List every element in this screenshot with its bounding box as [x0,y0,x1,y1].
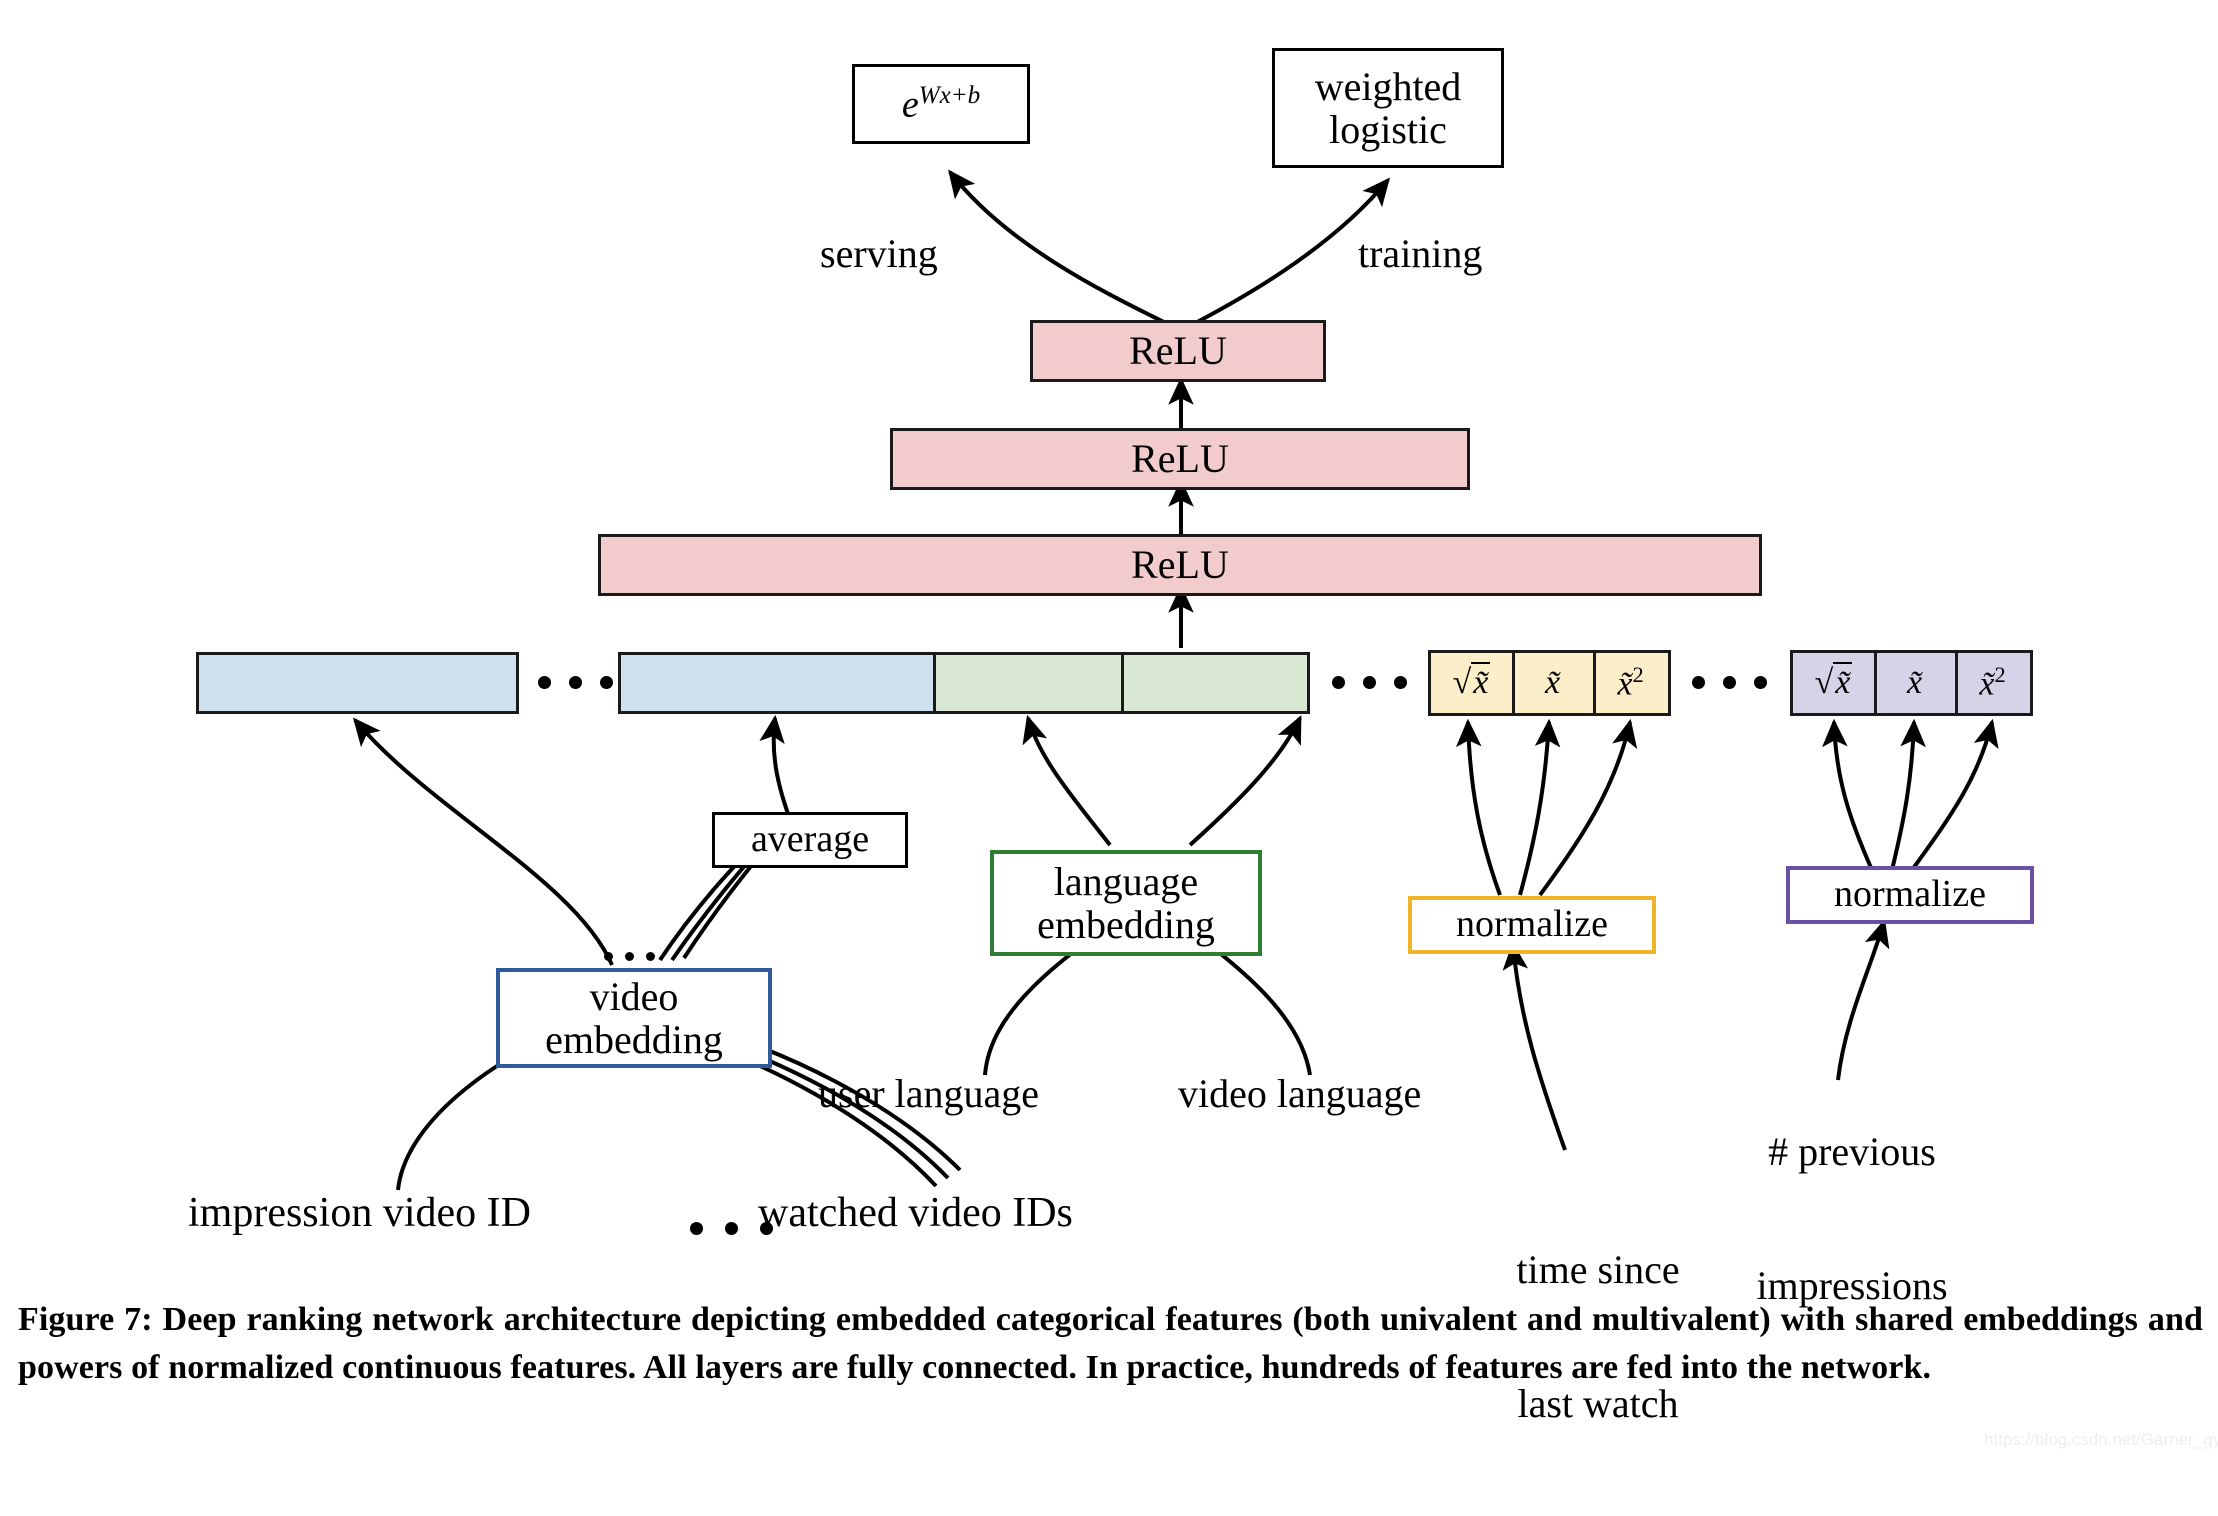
input-label-watched-video-ids: watched video IDs [758,1190,1073,1236]
input-label-user-language: user language [818,1071,1040,1116]
training-output-box[interactable]: weighted logistic [1272,48,1504,168]
normalize-box-time-label: normalize [1456,903,1608,946]
embedding-bar-impression-video[interactable] [196,652,519,714]
cell-x-squared-impressions[interactable]: x̃2 [1955,653,2030,713]
edge-relu-to-serving [948,169,1181,332]
edge-normalize-impr-to-x [1890,718,1926,871]
edge-videoemb-to-impression-bar [352,717,614,966]
embedding-bar-watched-videos-average[interactable] [621,655,933,711]
language-embedding-line1: language [1053,858,1199,904]
relu-layer-2[interactable]: ReLU [890,428,1470,490]
normalize-box-time[interactable]: normalize [1408,896,1656,954]
normalize-box-impressions-label: normalize [1834,873,1986,916]
normalize-box-impressions[interactable]: normalize [1786,866,2034,924]
cell-x-squared-time[interactable]: x̃2 [1593,653,1668,713]
serving-label: serving [820,231,938,276]
relu-layer-3[interactable]: ReLU [1030,320,1326,382]
ellipsis-embeddings-1 [538,676,613,689]
edge-normalize-impr-to-xsq [1910,718,1999,872]
language-embedding-box[interactable]: language embedding [990,850,1262,956]
ellipsis-continuous [1692,676,1767,689]
edge-normalize-time-to-sqrt [1455,718,1502,896]
relu-layer-2-label: ReLU [1131,436,1229,482]
embedding-bar-language-pair[interactable] [933,655,1307,711]
edge-normalize-time-to-xsq [1538,718,1638,897]
figure-root: eWx+b weighted logistic serving training… [0,0,2218,1462]
yellow-divider-2 [1593,653,1596,713]
previous-impressions-line1: # previous [1768,1128,1936,1174]
cell-sqrt-x-time[interactable]: √x̃ [1431,653,1512,713]
video-embedding-box[interactable]: video embedding [496,968,772,1068]
serving-output-box[interactable]: eWx+b [852,64,1030,144]
figure-caption: Figure 7: Deep ranking network architect… [18,1301,2203,1387]
serving-formula: eWx+b [901,82,981,126]
training-label: training [1358,231,1483,276]
edge-normalize-impr-to-sqrt [1822,718,1874,871]
average-box-label: average [750,818,870,861]
time-since-line1: time since [1516,1246,1680,1292]
edge-timesince-to-normalize [1502,941,1567,1151]
bar-divider-blue-green [933,655,936,711]
edge-normalize-time-to-x [1518,718,1561,896]
x-squared-glyph-time: x̃2 [1617,661,1644,703]
relu-layer-3-label: ReLU [1129,328,1227,374]
x-glyph-impressions: x̃ [1906,663,1923,701]
cell-x-impressions[interactable]: x̃ [1874,653,1955,713]
training-box-line2: logistic [1329,107,1447,152]
continuous-powers-time-since-last-watch[interactable]: √x̃ x̃ x̃2 [1428,650,1671,716]
x-squared-glyph-impressions: x̃2 [1979,661,2006,703]
purple-divider-1 [1874,653,1877,713]
ellipsis-video-embedding [604,952,655,961]
x-glyph-time: x̃ [1544,663,1561,701]
embedding-bar-group-watched-and-language[interactable] [618,652,1310,714]
average-box[interactable]: average [712,812,908,868]
edge-average-to-watched-bar [759,714,792,821]
cell-sqrt-x-impressions[interactable]: √x̃ [1793,653,1874,713]
continuous-powers-previous-impressions[interactable]: √x̃ x̃ x̃2 [1790,650,2033,716]
edge-langemb-to-video-language-bar [1188,715,1302,847]
sqrt-x-glyph-impressions: √x̃ [1814,661,1853,701]
bar-divider-green-green [1121,655,1124,711]
language-embedding-line2: embedding [1037,902,1215,947]
sqrt-x-glyph-time: √x̃ [1452,661,1491,701]
input-label-impression-video-id: impression video ID [188,1190,531,1236]
cell-x-time[interactable]: x̃ [1512,653,1593,713]
watermark-text: https://blog.csdn.net/Garner_gyt [1984,1430,2218,1449]
ellipsis-embeddings-2 [1332,676,1407,689]
edge-langemb-to-user-language-bar [1022,714,1112,847]
video-embedding-line2: embedding [545,1017,723,1062]
purple-divider-2 [1955,653,1958,713]
training-box-line1: weighted [1314,63,1462,109]
relu-layer-1-label: ReLU [1131,542,1229,588]
video-embedding-line1: video [589,973,679,1019]
relu-layer-1[interactable]: ReLU [598,534,1762,596]
input-label-video-language: video language [1178,1071,1422,1116]
yellow-divider-1 [1512,653,1515,713]
